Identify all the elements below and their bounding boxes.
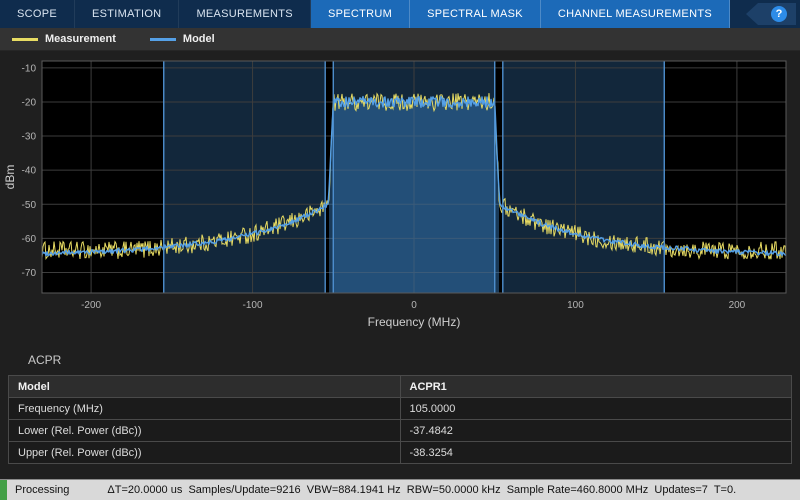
legend-line-swatch (12, 37, 38, 41)
status-indicator (0, 480, 7, 500)
legend-item-model[interactable]: Model (149, 33, 215, 45)
tab-spectral-mask[interactable]: SPECTRAL MASK (410, 0, 541, 28)
acpr-title: ACPR (28, 353, 62, 367)
region-upper-adjacent-channel (502, 61, 665, 293)
acpr-row-value: -38.3254 (399, 441, 792, 464)
region-lower-adjacent-channel (163, 61, 326, 293)
x-tick-label: 0 (411, 300, 417, 311)
tab-measurements[interactable]: MEASUREMENTS (179, 0, 311, 28)
x-tick-label: -100 (243, 300, 263, 311)
y-tick-label: -60 (22, 234, 37, 245)
acpr-table: Model ACPR1 Frequency (MHz) 105.0000 Lower … (8, 375, 792, 464)
x-axis-label: Frequency (MHz) (368, 315, 461, 329)
legend-label: Model (182, 33, 215, 45)
y-tick-label: -10 (22, 63, 37, 74)
acpr-row-value: -37.4842 (399, 419, 792, 442)
acpr-row-label: Frequency (MHz) (8, 397, 401, 420)
acpr-column-header: ACPR1 (399, 375, 792, 398)
y-tick-label: -20 (22, 97, 37, 108)
legend-item-measurement[interactable]: Measurement (12, 33, 116, 45)
toolbar: SCOPE ESTIMATION MEASUREMENTS SPECTRUM SPECT… (0, 0, 800, 28)
y-tick-label: -30 (22, 132, 37, 143)
legend-label: Measurement (45, 33, 116, 45)
legend: Measurement Model (0, 28, 800, 51)
y-tick-label: -50 (22, 200, 37, 211)
acpr-row-label: Lower (Rel. Power (dBc)) (8, 419, 401, 442)
tab-channel-measurements[interactable]: CHANNEL MEASUREMENTS (540, 0, 730, 28)
acpr-section: ACPR Model ACPR1 Frequency (MHz) 105.0000 L… (0, 343, 800, 464)
x-tick-label: 200 (729, 300, 746, 311)
acpr-table-row[interactable]: Frequency (MHz) 105.0000 (8, 397, 792, 420)
acpr-row-value: 105.0000 (399, 397, 792, 420)
acpr-row-label: Upper (Rel. Power (dBc)) (8, 441, 401, 464)
model-area-fill (329, 96, 499, 293)
y-axis-label: dBm (3, 165, 17, 190)
status-bar: Processing ΔT=20.0000 us Samples/Update=… (0, 479, 800, 500)
help-icon: ? (771, 6, 787, 22)
x-tick-label: 100 (567, 300, 584, 311)
status-state: Processing (15, 484, 70, 496)
status-info: ΔT=20.0000 us Samples/Update=9216 VBW=88… (107, 484, 737, 496)
tab-spectrum[interactable]: SPECTRUM (310, 0, 411, 28)
acpr-table-header-row: Model ACPR1 (8, 375, 792, 398)
help-button[interactable]: ? (746, 3, 796, 25)
acpr-table-row[interactable]: Lower (Rel. Power (dBc)) -37.4842 (8, 419, 792, 442)
tab-estimation[interactable]: ESTIMATION (75, 0, 180, 28)
acpr-column-header: Model (8, 375, 401, 398)
tab-scope[interactable]: SCOPE (0, 0, 76, 28)
x-tick-label: -200 (81, 300, 101, 311)
y-tick-label: -40 (22, 166, 37, 177)
acpr-table-row[interactable]: Upper (Rel. Power (dBc)) -38.3254 (8, 441, 792, 464)
y-tick-label: -70 (22, 268, 37, 279)
spectrum-plot: -10 -20 -30 -40 -50 -60 -70 -200 -100 0 100 200 Freq… (0, 51, 800, 343)
legend-line-swatch (149, 37, 176, 41)
